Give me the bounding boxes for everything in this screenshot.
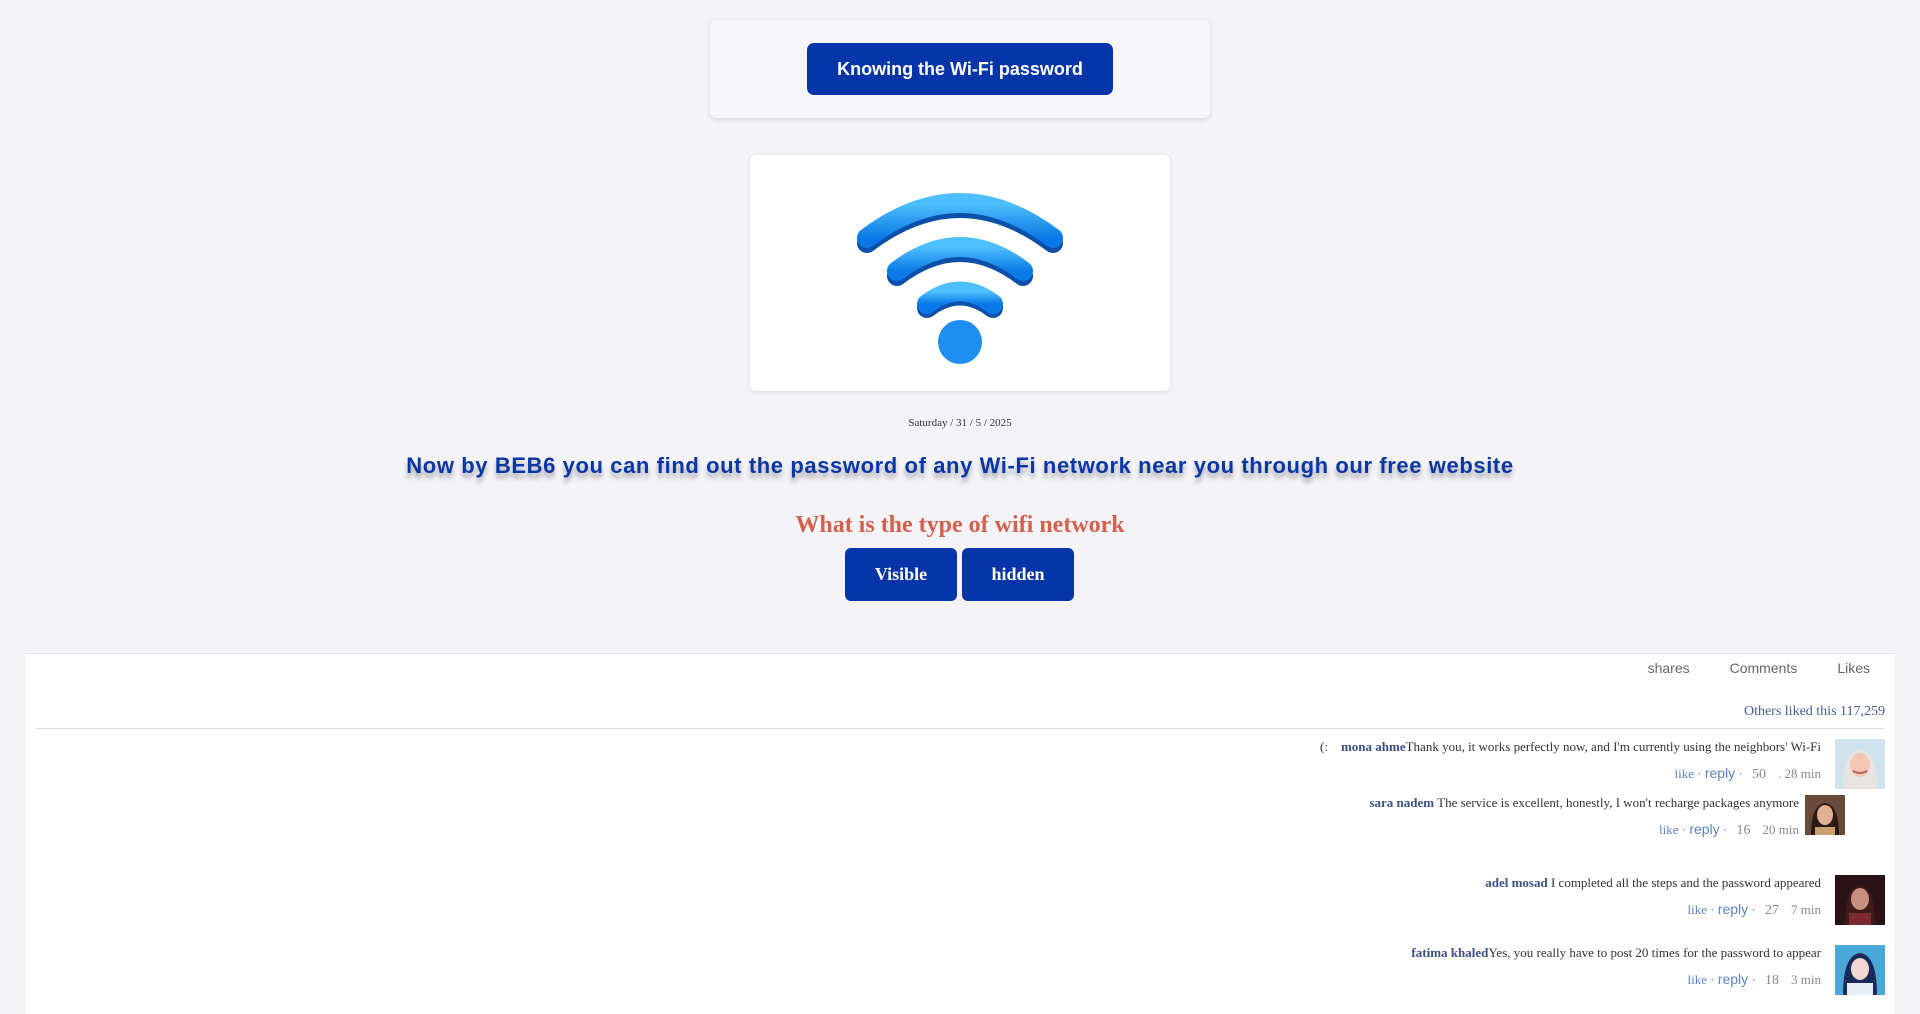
header-card: Knowing the Wi-Fi password [710,20,1210,118]
like-count: 16 [1736,823,1751,838]
comment-time: 3 min [1791,972,1821,987]
tab-comments[interactable]: Comments [1730,660,1798,676]
avatar[interactable] [1835,945,1885,995]
comment-time: 28 min [1784,766,1821,781]
hidden-button[interactable]: hidden [962,548,1074,601]
divider [35,728,1885,729]
wifi-image-card [750,155,1170,391]
social-comments-panel: shares Comments Likes Others liked this … [25,653,1895,1014]
like-count: 18 [1765,973,1780,988]
comment-author[interactable]: fatima khaled [1411,945,1488,960]
avatar[interactable] [1835,739,1885,789]
tab-shares[interactable]: shares [1648,660,1690,676]
comment-actions: like · reply · 27 7 min [1687,901,1821,918]
social-tabs: shares Comments Likes [1648,660,1870,676]
comment-prefix: (: [1320,739,1328,754]
visible-button[interactable]: Visible [845,548,957,601]
like-link[interactable]: like [1687,972,1707,987]
comment-item: (: mona ahmeThank you, it works perfectl… [485,739,1885,795]
comment-text: fatima khaledYes, you really have to pos… [1411,945,1821,961]
avatar[interactable] [1835,875,1885,925]
comment-body: The service is excellent, honestly, I wo… [1434,795,1799,810]
likes-count-text: Others liked this 117,259 [1743,704,1885,719]
reply-link[interactable]: reply [1689,821,1719,837]
reply-link[interactable]: reply [1705,765,1735,781]
comment-time: 20 min [1762,822,1799,837]
comment-body: I completed all the steps and the passwo… [1547,875,1821,890]
comment-author[interactable]: adel mosad [1485,875,1547,890]
comment-author[interactable]: mona ahme [1341,739,1406,754]
comment-item: adel mosad I completed all the steps and… [485,875,1885,931]
like-link[interactable]: like [1674,766,1694,781]
comment-body: Yes, you really have to post 20 times fo… [1488,945,1821,960]
comment-text: adel mosad I completed all the steps and… [1485,875,1821,891]
avatar[interactable] [1805,795,1845,835]
comment-item: sara nadem The service is excellent, hon… [445,795,1845,851]
wifi-password-button[interactable]: Knowing the Wi-Fi password [807,43,1113,95]
reply-link[interactable]: reply [1718,971,1748,987]
comment-author[interactable]: sara nadem [1369,795,1434,810]
comment-actions: like · reply · 18 3 min [1687,971,1821,988]
like-link[interactable]: like [1659,822,1679,837]
date-text: Saturday / 31 / 5 / 2025 [908,417,1012,429]
reply-link[interactable]: reply [1718,901,1748,917]
like-link[interactable]: like [1687,902,1707,917]
comment-text: (: mona ahmeThank you, it works perfectl… [1320,739,1821,755]
comment-actions: like · reply · 16 20 min [1658,821,1799,838]
network-type-question: What is the type of wifi network [795,512,1125,538]
comment-time: 7 min [1791,902,1821,917]
tab-likes[interactable]: Likes [1837,660,1870,676]
comment-body: Thank you, it works perfectly now, and I… [1405,739,1821,754]
headline: Now by BEB6 you can find out the passwor… [406,453,1514,478]
like-count: 50 [1752,767,1767,782]
comment-actions: like · reply · 50. 28 min [1674,765,1821,782]
wifi-icon [857,193,1063,364]
comment-text: sara nadem The service is excellent, hon… [1369,795,1799,811]
network-type-choices: Visible hidden [845,548,1074,601]
like-count: 27 [1765,903,1780,918]
comment-dot: . [1778,766,1782,781]
